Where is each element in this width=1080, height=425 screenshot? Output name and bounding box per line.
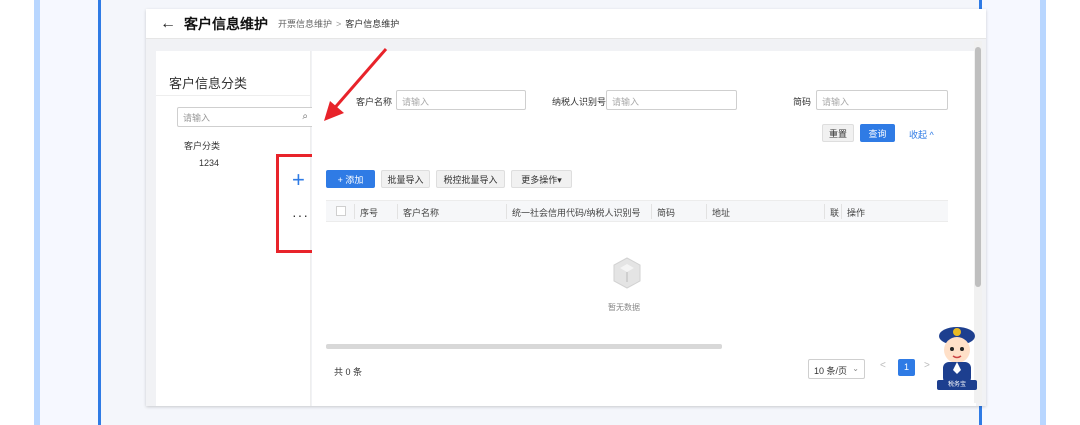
- scrollbar-thumb[interactable]: [975, 47, 981, 287]
- tree-child-node[interactable]: 1234: [199, 158, 219, 168]
- back-arrow-icon[interactable]: ←: [160, 15, 176, 32]
- breadcrumb-separator: >: [336, 18, 342, 29]
- customer-name-placeholder: 请输入: [402, 97, 430, 107]
- short-code-placeholder: 请输入: [822, 97, 850, 107]
- more-options-icon[interactable]: ···: [292, 207, 309, 223]
- column-divider: [841, 204, 842, 219]
- total-count: 共 0 条: [334, 367, 363, 377]
- breadcrumb-current: 客户信息维护: [345, 19, 400, 29]
- reset-button[interactable]: 重置: [822, 124, 854, 142]
- category-panel-title: 客户信息分类: [169, 76, 248, 91]
- search-placeholder: 请输入: [183, 113, 211, 123]
- column-divider: [354, 204, 355, 219]
- column-header-short-code: 简码: [657, 208, 676, 218]
- tax-batch-import-button[interactable]: 税控批量导入: [436, 170, 505, 188]
- empty-box-icon: [613, 257, 641, 289]
- category-panel: 客户信息分类 请输入 ⌕ 客户分类 1234 + ···: [156, 51, 326, 406]
- column-header-index: 序号: [360, 208, 379, 218]
- breadcrumb-item[interactable]: 开票信息维护: [278, 17, 332, 30]
- page-size-select[interactable]: 10 条/页 ⌄: [808, 359, 865, 379]
- horizontal-scrollbar[interactable]: [326, 344, 722, 349]
- add-category-icon[interactable]: +: [292, 169, 305, 191]
- query-button[interactable]: 查询: [860, 124, 895, 142]
- main-panel: 客户名称 请输入 纳税人识别号 请输入 简码 请输入 重置 查询 收起 ^ + …: [312, 51, 976, 406]
- tax-id-label: 纳税人识别号: [552, 97, 607, 107]
- short-code-input[interactable]: 请输入: [816, 90, 948, 110]
- next-page-button[interactable]: >: [924, 360, 930, 371]
- current-page[interactable]: 1: [898, 359, 915, 376]
- tax-id-placeholder: 请输入: [612, 97, 640, 107]
- column-divider: [397, 204, 398, 219]
- batch-import-button[interactable]: 批量导入: [381, 170, 430, 188]
- customer-name-input[interactable]: 请输入: [396, 90, 526, 110]
- divider: [156, 95, 311, 96]
- column-header-address: 地址: [712, 208, 731, 218]
- short-code-label: 简码: [793, 97, 812, 107]
- app-window: ← 客户信息维护 开票信息维护 > 客户信息维护 客户信息分类 请输入 ⌕ 客户…: [146, 9, 986, 406]
- screenshot-frame: ← 客户信息维护 开票信息维护 > 客户信息维护 客户信息分类 请输入 ⌕ 客户…: [0, 0, 1080, 425]
- column-header-contact: 联系: [830, 208, 840, 218]
- column-header-actions: 操作: [847, 208, 866, 218]
- select-all-checkbox[interactable]: [336, 206, 346, 216]
- column-divider: [651, 204, 652, 219]
- mascot-label: 税务宝: [937, 380, 977, 390]
- column-divider: [706, 204, 707, 219]
- collapse-link[interactable]: 收起 ^: [909, 128, 934, 141]
- annotation-arrow-icon: [324, 48, 388, 121]
- page-title: 客户信息维护: [184, 15, 268, 32]
- search-icon[interactable]: ⌕: [302, 111, 308, 122]
- page-size-value: 10 条/页: [814, 366, 848, 376]
- category-search-input[interactable]: 请输入 ⌕: [177, 107, 314, 127]
- column-header-credit-code: 统一社会信用代码/纳税人识别号: [512, 208, 641, 218]
- column-divider: [506, 204, 507, 219]
- chevron-down-icon: ⌄: [852, 364, 859, 373]
- content-area: 客户信息分类 请输入 ⌕ 客户分类 1234 + ··· 客户名称 请输入 纳税…: [146, 39, 986, 406]
- table-header: 序号 客户名称 统一社会信用代码/纳税人识别号 简码 地址 联系 操作: [326, 200, 948, 222]
- column-header-customer-name: 客户名称: [403, 208, 440, 218]
- tree-root-node[interactable]: 客户分类: [184, 139, 220, 152]
- more-actions-dropdown[interactable]: 更多操作▾: [511, 170, 572, 188]
- prev-page-button[interactable]: <: [880, 360, 886, 371]
- tax-id-input[interactable]: 请输入: [606, 90, 737, 110]
- title-bar: ← 客户信息维护 开票信息维护 > 客户信息维护: [146, 9, 986, 39]
- empty-state-text: 暂无数据: [608, 303, 640, 312]
- column-divider: [824, 204, 825, 219]
- add-button[interactable]: + 添加: [326, 170, 375, 188]
